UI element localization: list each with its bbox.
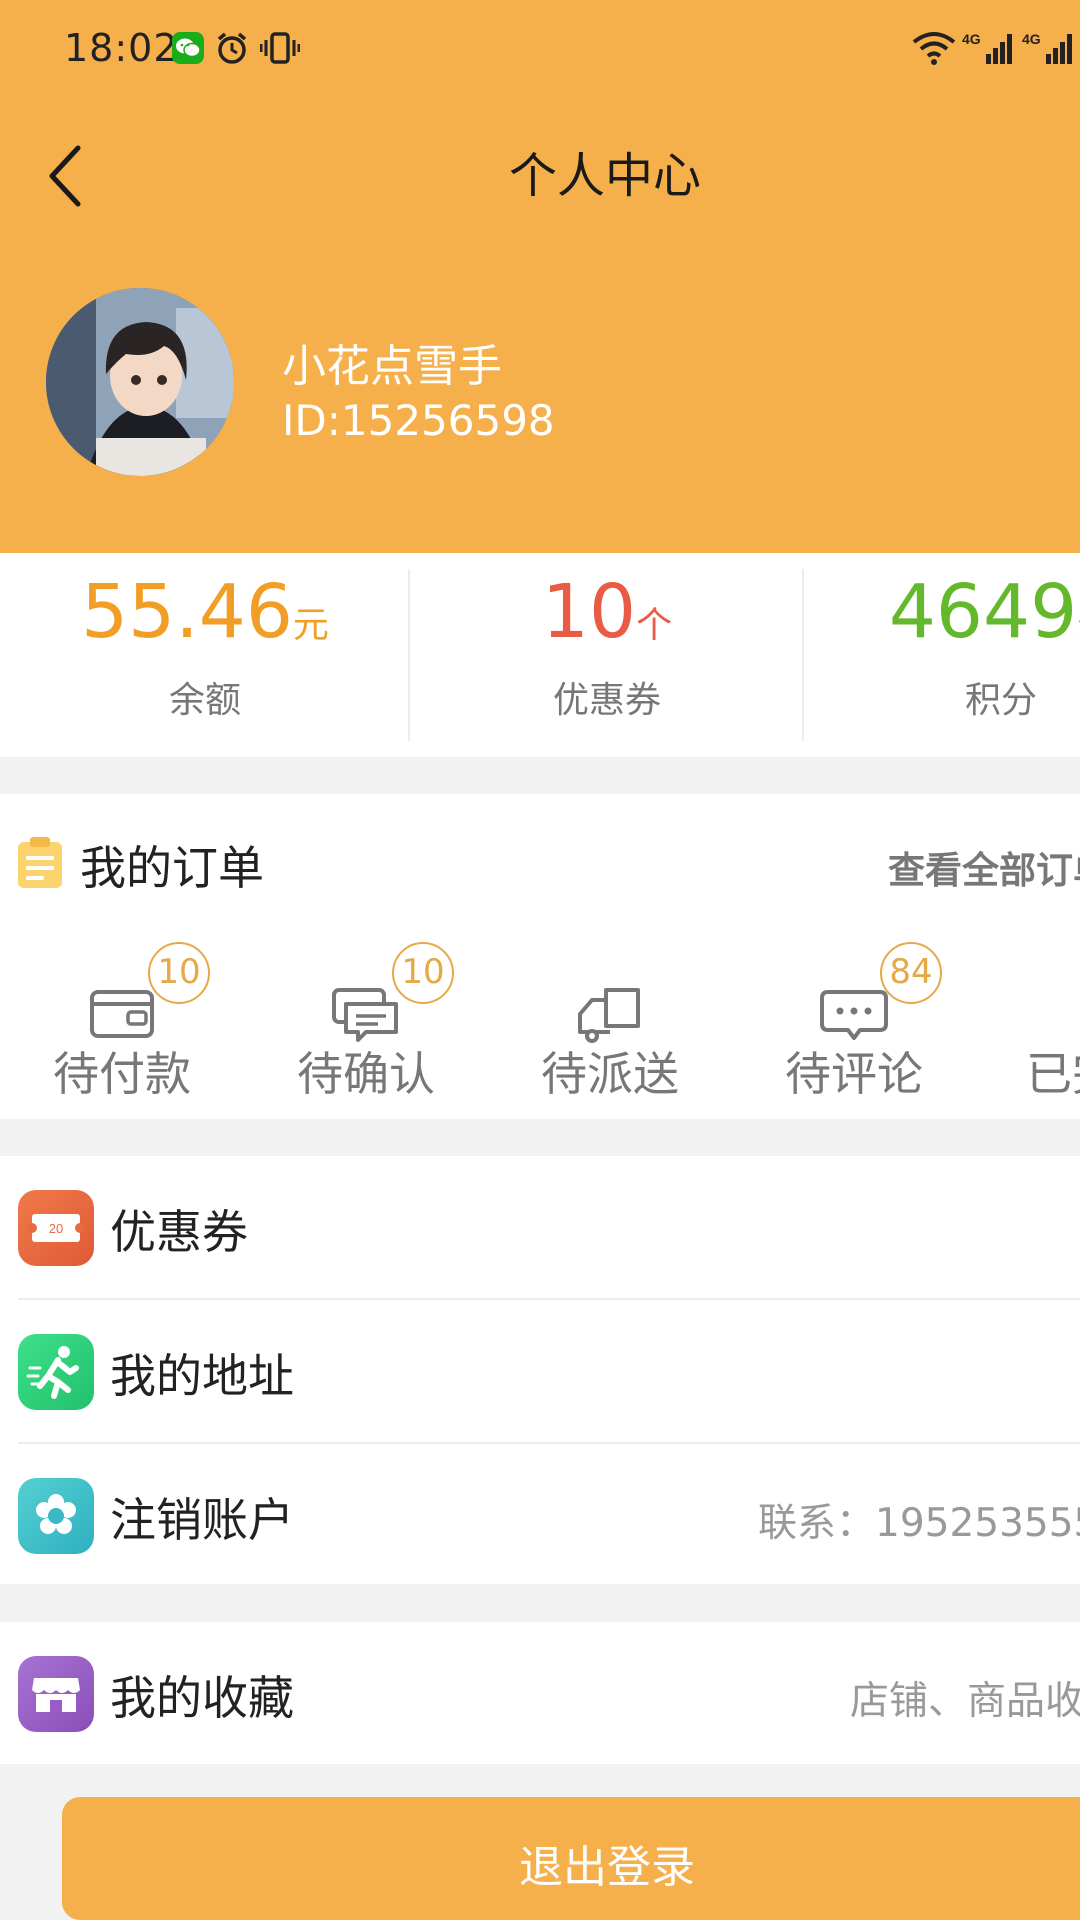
coupon-icon: 20 (18, 1190, 94, 1266)
page-title: 个人中心 (508, 148, 701, 204)
menu-favorites[interactable]: 我的收藏 店铺、商品收藏 (0, 1622, 1080, 1764)
svg-text:4G: 4G (962, 31, 981, 47)
menu-favorites-label: 我的收藏 (110, 1671, 294, 1725)
order-pending-payment[interactable]: 10 待付款 (42, 794, 242, 1119)
comment-icon (820, 990, 888, 1040)
stat-coupons-value: 10个 (541, 569, 673, 655)
menu-address[interactable]: 我的地址 (0, 1300, 1080, 1444)
signal-icon-2: 4G (1022, 30, 1074, 70)
store-icon (18, 1656, 94, 1732)
contact-phone: 联系：19525355555 (758, 1501, 1080, 1546)
wallet-icon (90, 990, 154, 1038)
vibrate-icon (259, 30, 301, 70)
menu-group-account: 20 优惠券 我的地址 注销账户 联系：19525355555 (0, 1156, 1080, 1584)
wechat-icon (172, 32, 204, 64)
order-label: 待评论 (785, 1047, 923, 1101)
header: 18:02 4G 4G 个人中心 小花点雪手 ID:15256598 (0, 0, 1080, 553)
order-pending-delivery[interactable]: 待派送 (530, 794, 730, 1119)
order-pending-confirm[interactable]: 10 待确认 (286, 794, 486, 1119)
favorites-hint: 店铺、商品收藏 (850, 1679, 1080, 1724)
order-pending-review[interactable]: 84 待评论 (774, 794, 974, 1119)
stat-balance-value: 55.46元 (81, 569, 329, 655)
running-person-icon (18, 1334, 94, 1410)
logout-button[interactable]: 退出登录 (62, 1797, 1080, 1920)
flower-icon (18, 1478, 94, 1554)
svg-text:20: 20 (49, 1221, 63, 1236)
stat-coupons-label: 优惠券 (552, 680, 661, 721)
stat-points[interactable]: 4649分 积分 (804, 553, 1080, 757)
logout-label: 退出登录 (519, 1842, 695, 1893)
user-name: 小花点雪手 (282, 341, 502, 392)
order-label: 待付款 (53, 1047, 191, 1101)
order-completed[interactable]: 已完成 (1022, 794, 1080, 1119)
order-badge: 10 (392, 942, 454, 1004)
status-bar: 18:02 4G 4G (0, 0, 1080, 100)
my-orders-card: 我的订单 查看全部订单 10 待付款 10 待确认 待派送 84 待评论 已完成 (0, 794, 1080, 1119)
order-label: 待派送 (541, 1047, 679, 1101)
account-stats: 55.46元 余额 10个 优惠券 4649分 积分 (0, 553, 1080, 757)
menu-cancel-account[interactable]: 注销账户 联系：19525355555 (0, 1444, 1080, 1588)
order-badge: 84 (880, 942, 942, 1004)
status-time: 18:02 (64, 26, 179, 70)
wifi-icon (912, 30, 956, 70)
message-icon (332, 988, 398, 1042)
order-label: 已完成 (1026, 1047, 1080, 1101)
menu-cancel-account-label: 注销账户 (110, 1493, 294, 1547)
avatar[interactable] (46, 288, 234, 476)
menu-coupons-label: 优惠券 (110, 1205, 248, 1259)
stat-balance-label: 余额 (168, 680, 241, 721)
stat-coupons[interactable]: 10个 优惠券 (410, 553, 804, 757)
order-badge: 10 (148, 942, 210, 1004)
order-label: 待确认 (297, 1047, 435, 1101)
menu-group-favorites: 我的收藏 店铺、商品收藏 (0, 1622, 1080, 1764)
stat-points-label: 积分 (964, 680, 1037, 721)
personal-center-page: 18:02 4G 4G 个人中心 小花点雪手 ID:15256598 55.46… (0, 0, 1080, 1920)
stat-balance[interactable]: 55.46元 余额 (0, 553, 410, 757)
stat-points-value: 4649分 (888, 569, 1080, 655)
alarm-icon (214, 30, 250, 70)
menu-coupons[interactable]: 20 优惠券 (0, 1156, 1080, 1300)
menu-address-label: 我的地址 (110, 1349, 294, 1403)
user-id: ID:15256598 (282, 396, 555, 445)
svg-text:4G: 4G (1022, 31, 1041, 47)
truck-icon (578, 988, 640, 1043)
signal-icon: 4G (962, 30, 1014, 70)
done-icon (1062, 986, 1080, 1042)
